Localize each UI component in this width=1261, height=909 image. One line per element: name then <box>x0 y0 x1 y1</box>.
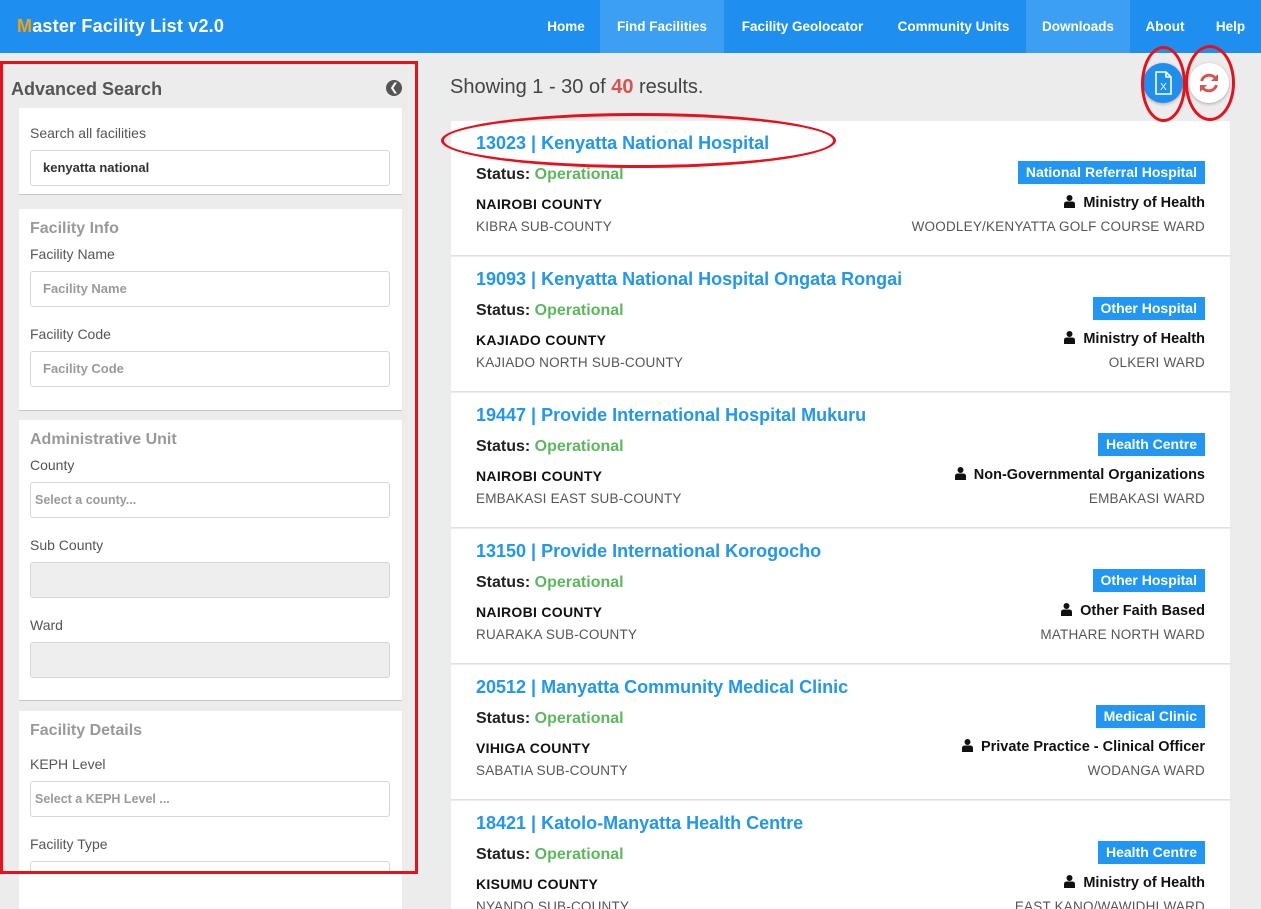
nav-home[interactable]: Home <box>532 0 600 53</box>
chevron-left-icon[interactable]: ❮ <box>386 80 402 96</box>
ward-text: EMBAKASI WARD <box>1088 491 1205 506</box>
ward-select[interactable] <box>30 642 390 678</box>
owner-text: Private Practice - Clinical Officer <box>961 739 1205 755</box>
ward-text: EAST KANO/WAWIDHI WARD <box>1014 899 1205 909</box>
nav-about[interactable]: About <box>1130 0 1200 53</box>
status-text: Status: Operational <box>476 846 624 863</box>
brand-logo[interactable]: Master Facility List v2.0 <box>17 16 224 37</box>
result-card: 19093 | Kenyatta National Hospital Ongat… <box>451 257 1230 392</box>
facility-link[interactable]: 20512 | Manyatta Community Medical Clini… <box>476 677 848 698</box>
county-text: VIHIGA COUNTY <box>476 740 591 756</box>
nav-find-facilities[interactable]: Find Facilities <box>600 0 724 53</box>
status-text: Status: Operational <box>476 574 624 591</box>
owner-text: Non-Governmental Organizations <box>954 467 1205 483</box>
county-text: KISUMU COUNTY <box>476 876 599 892</box>
facility-type-badge: Medical Clinic <box>1095 705 1205 728</box>
facility-type-select[interactable]: Select a facility type... <box>30 861 390 873</box>
facility-code-label: Facility Code <box>30 326 111 342</box>
facility-type-badge: Health Centre <box>1097 433 1205 456</box>
nav-help[interactable]: Help <box>1200 0 1261 53</box>
user-icon <box>1064 195 1076 208</box>
facility-link[interactable]: 13023 | Kenyatta National Hospital <box>476 133 769 154</box>
status-text: Status: Operational <box>476 302 624 319</box>
results-count: Showing 1 - 30 of 40 results. <box>450 76 704 98</box>
user-icon <box>1064 875 1076 888</box>
search-input[interactable]: kenyatta national <box>30 150 390 186</box>
keph-level-label: KEPH Level <box>30 756 106 772</box>
result-card: 13023 | Kenyatta National Hospital Statu… <box>451 121 1230 256</box>
owner-text: Ministry of Health <box>1064 195 1205 211</box>
result-card: 18421 | Katolo-Manyatta Health Centre St… <box>451 801 1230 909</box>
search-panel: Search all facilities kenyatta national <box>19 108 402 195</box>
owner-text: Other Faith Based <box>1061 603 1205 619</box>
nav-facility-geolocator[interactable]: Facility Geolocator <box>724 0 881 53</box>
county-text: NAIROBI COUNTY <box>476 604 603 620</box>
facility-type-badge: Other Hospital <box>1092 297 1205 320</box>
subcounty-text: SABATIA SUB-COUNTY <box>476 763 628 778</box>
subcounty-select[interactable] <box>30 562 390 598</box>
owner-text: Ministry of Health <box>1064 331 1205 347</box>
status-text: Status: Operational <box>476 166 624 183</box>
top-navbar: Master Facility List v2.0 Home Find Faci… <box>0 0 1261 53</box>
facility-name-label: Facility Name <box>30 246 115 262</box>
facility-type-badge: National Referral Hospital <box>1017 161 1205 184</box>
ward-label: Ward <box>30 617 63 633</box>
result-card: 13150 | Provide International Korogocho … <box>451 529 1230 664</box>
facility-info-panel: Facility Info Facility Name Facility Nam… <box>19 209 402 411</box>
subcounty-text: RUARAKA SUB-COUNTY <box>476 627 638 642</box>
owner-text: Ministry of Health <box>1064 875 1205 891</box>
facility-link[interactable]: 18421 | Katolo-Manyatta Health Centre <box>476 813 803 834</box>
sidebar-title: Advanced Search <box>11 79 163 99</box>
ward-text: MATHARE NORTH WARD <box>1040 627 1205 642</box>
facility-details-title: Facility Details <box>30 722 143 739</box>
user-icon <box>961 739 973 752</box>
subcounty-text: KAJIADO NORTH SUB-COUNTY <box>476 355 684 370</box>
subcounty-text: NYANDO SUB-COUNTY <box>476 899 630 909</box>
search-label: Search all facilities <box>30 125 146 141</box>
ward-text: WODANGA WARD <box>1087 763 1205 778</box>
keph-level-select[interactable]: Select a KEPH Level ... <box>30 781 390 817</box>
facility-type-badge: Other Hospital <box>1092 569 1205 592</box>
facility-link[interactable]: 19093 | Kenyatta National Hospital Ongat… <box>476 269 902 290</box>
administrative-unit-panel: Administrative Unit County Select a coun… <box>19 420 402 701</box>
facility-type-label: Facility Type <box>30 836 108 852</box>
user-icon <box>1064 331 1076 344</box>
ward-text: OLKERI WARD <box>1108 355 1205 370</box>
facility-link[interactable]: 13150 | Provide International Korogocho <box>476 541 821 562</box>
ward-text: WOODLEY/KENYATTA GOLF COURSE WARD <box>911 219 1205 234</box>
county-label: County <box>30 457 75 473</box>
county-text: NAIROBI COUNTY <box>476 196 603 212</box>
sidebar-overflow <box>19 874 402 909</box>
refresh-button[interactable] <box>1189 63 1229 103</box>
nav-community-units[interactable]: Community Units <box>881 0 1026 53</box>
result-card: 19447 | Provide International Hospital M… <box>451 393 1230 528</box>
user-icon <box>954 467 966 480</box>
excel-file-icon: X <box>1155 71 1172 95</box>
facility-link[interactable]: 19447 | Provide International Hospital M… <box>476 405 866 426</box>
result-card: 20512 | Manyatta Community Medical Clini… <box>451 665 1230 800</box>
facility-code-input[interactable]: Facility Code <box>30 351 390 387</box>
subcounty-text: KIBRA SUB-COUNTY <box>476 219 612 234</box>
admin-unit-title: Administrative Unit <box>30 431 177 448</box>
status-text: Status: Operational <box>476 438 624 455</box>
status-text: Status: Operational <box>476 710 624 727</box>
svg-text:X: X <box>1160 82 1167 93</box>
nav-downloads[interactable]: Downloads <box>1026 0 1130 53</box>
export-excel-button[interactable]: X <box>1143 63 1183 103</box>
facility-info-title: Facility Info <box>30 220 119 237</box>
facility-details-panel: Facility Details KEPH Level Select a KEP… <box>19 711 402 873</box>
user-icon <box>1061 603 1073 616</box>
subcounty-label: Sub County <box>30 537 104 553</box>
subcounty-text: EMBAKASI EAST SUB-COUNTY <box>476 491 682 506</box>
advanced-search-sidebar: Advanced Search ❮ Search all facilities … <box>0 61 418 873</box>
county-text: NAIROBI COUNTY <box>476 468 603 484</box>
county-text: KAJIADO COUNTY <box>476 332 607 348</box>
county-select[interactable]: Select a county... <box>30 482 390 518</box>
facility-type-badge: Health Centre <box>1097 841 1205 864</box>
refresh-icon <box>1200 73 1218 93</box>
facility-name-input[interactable]: Facility Name <box>30 271 390 307</box>
